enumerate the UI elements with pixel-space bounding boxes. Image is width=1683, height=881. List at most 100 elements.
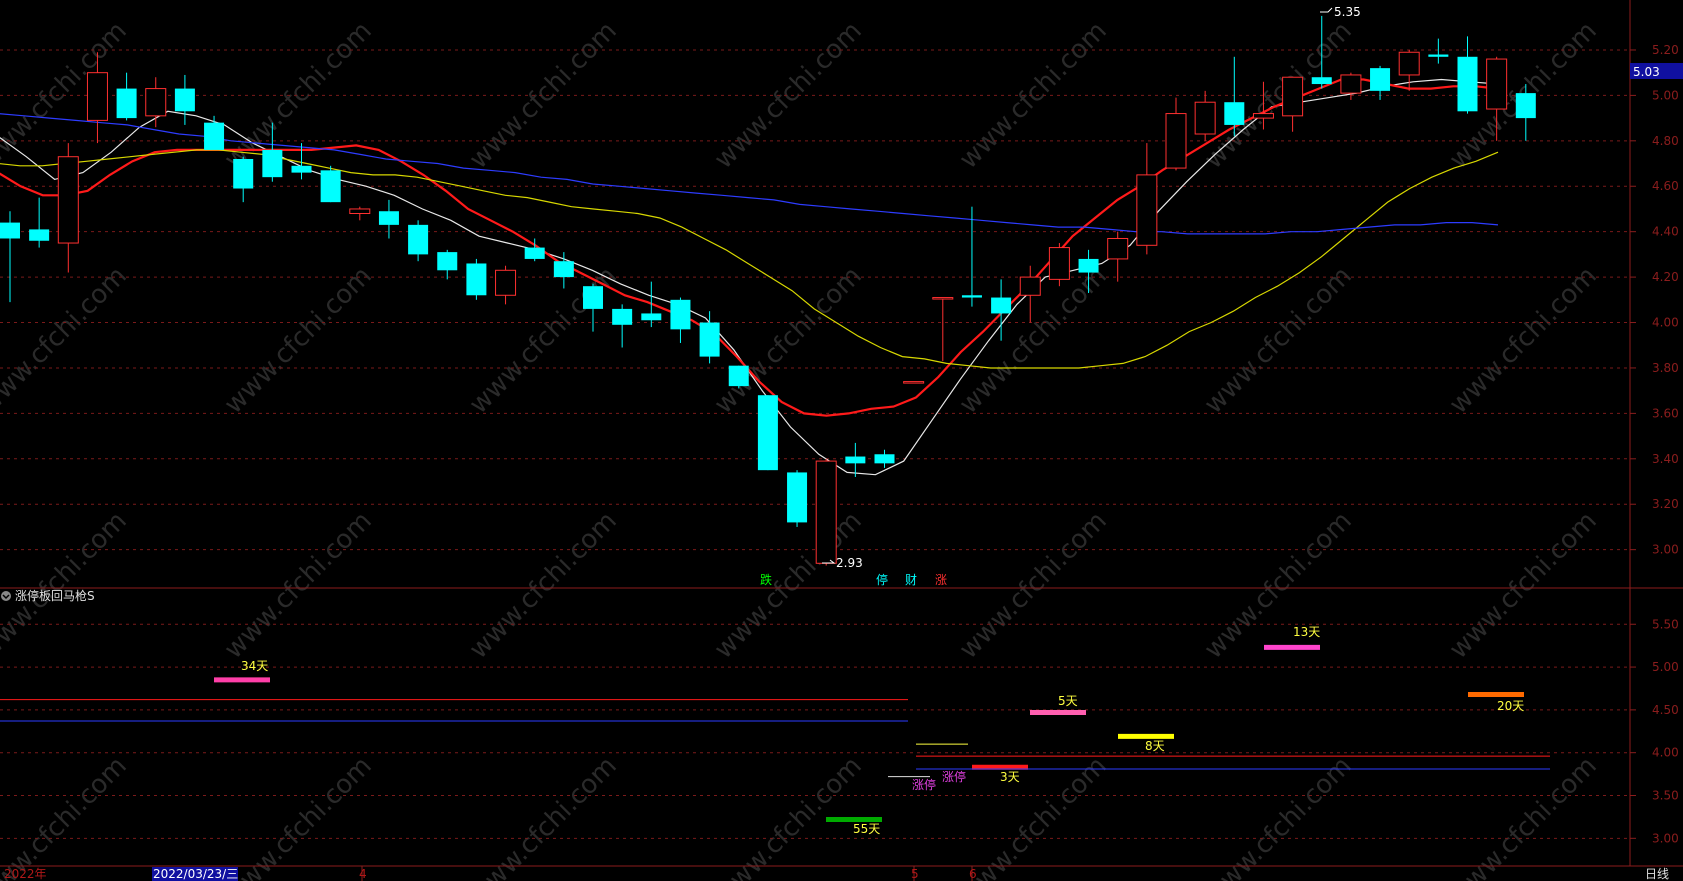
marker-limit[interactable]: 停 [876, 572, 888, 587]
axis-tick-label: 5.20 [1652, 43, 1679, 57]
indicator-header[interactable]: 涨停板回马枪S [1, 588, 95, 603]
candle-body [378, 211, 399, 225]
candle-body [1370, 68, 1391, 91]
candle-body [1019, 276, 1041, 296]
marker-down[interactable]: 跌 [760, 572, 772, 587]
candle-body [204, 122, 225, 150]
candle-body [1428, 54, 1449, 57]
candle [903, 381, 925, 384]
axis-tick-label: 3.20 [1652, 497, 1679, 511]
candle-body [145, 88, 167, 117]
candle-body [116, 88, 137, 119]
candle [815, 458, 837, 566]
candle-body [1136, 174, 1158, 246]
candle-body [233, 158, 254, 189]
candle-body [86, 72, 108, 121]
candle-body [466, 263, 487, 296]
axis-tick-label: 3.00 [1652, 543, 1679, 557]
ind-label-55: 55天 [853, 822, 880, 836]
indicator-tick-label: 4.00 [1652, 746, 1679, 760]
candle-body [1340, 74, 1362, 94]
current-price-tag: 5.03 [1630, 63, 1683, 79]
candle-body [903, 381, 925, 384]
axis-tick-label: 3.60 [1652, 406, 1679, 420]
indicator-tick-label: 5.00 [1652, 660, 1679, 674]
indicator-title: 涨停板回马枪S [15, 588, 95, 603]
candle [728, 365, 749, 389]
candle-body [1515, 93, 1536, 119]
candle-body [174, 88, 195, 112]
low-price-label: 2.93 [836, 556, 863, 570]
candle-body [1486, 58, 1508, 110]
candle-body [408, 224, 429, 255]
period-label[interactable]: 日线 [1645, 867, 1669, 881]
candle-body [757, 395, 778, 471]
candle-body [495, 269, 517, 296]
candle-body [291, 165, 312, 173]
candle-body [0, 222, 20, 239]
candle-body [262, 149, 283, 178]
candle-body [961, 295, 982, 298]
candle-body [932, 297, 954, 300]
candle-body [1252, 113, 1274, 119]
candle [1048, 243, 1070, 287]
candle-body [553, 261, 574, 278]
cursor-date[interactable]: 2022/03/23/三 [153, 867, 238, 881]
candle-body [29, 229, 50, 241]
candle-body [991, 297, 1012, 314]
ind-label-34: 34天 [241, 659, 268, 673]
high-price-label: 5.35 [1334, 5, 1361, 19]
year-label: 2022年 [4, 867, 47, 881]
month-label-6: 6 [969, 867, 977, 881]
month-label-5: 5 [911, 867, 919, 881]
ind-label-8: 8天 [1145, 739, 1165, 753]
collapse-indicator-icon[interactable] [1, 591, 11, 601]
ind-label-20: 20天 [1497, 699, 1524, 713]
candle-body [815, 460, 837, 564]
axis-tick-label: 4.80 [1652, 134, 1679, 148]
candle [320, 165, 341, 203]
month-label-4: 4 [359, 867, 367, 881]
candle-body [612, 308, 633, 325]
indicator-tick-label: 3.50 [1652, 789, 1679, 803]
candle-body [1457, 56, 1478, 112]
candle-body [1078, 258, 1099, 273]
axis-tick-label: 4.20 [1652, 270, 1679, 284]
marker-finance[interactable]: 财 [905, 573, 917, 587]
candle-body [1398, 51, 1420, 76]
candle-body [1282, 76, 1304, 117]
candle-body [874, 454, 895, 464]
candle-body [670, 299, 691, 330]
marker-up[interactable]: 涨 [935, 572, 947, 587]
candle-body [524, 247, 545, 259]
candle-body [641, 313, 662, 321]
candle-body [728, 365, 749, 387]
candle-body [349, 208, 371, 215]
ind-label-limitup-1: 涨停 [912, 777, 936, 792]
stock-chart-window: www.cfchi.com www.cfchi.com www.cfchi.com w… [0, 0, 1683, 881]
ind-label-3: 3天 [1000, 770, 1020, 784]
axis-tick-label: 5.00 [1652, 88, 1679, 102]
candle [757, 395, 778, 471]
indicator-tick-label: 4.50 [1652, 703, 1679, 717]
candle-body [787, 472, 808, 523]
candle-body [1224, 102, 1245, 125]
axis-tick-label: 4.00 [1652, 316, 1679, 330]
candle [787, 470, 808, 527]
candle-body [1194, 101, 1216, 135]
indicator-tick-label: 3.00 [1652, 831, 1679, 845]
candle-body [845, 456, 866, 464]
candle-body [699, 322, 720, 357]
axis-tick-label: 3.40 [1652, 452, 1679, 466]
ind-label-13: 13天 [1293, 625, 1320, 639]
candle-body [437, 252, 458, 271]
ind-label-limitup-2: 涨停 [942, 769, 966, 784]
candle-body [1311, 77, 1332, 85]
axis-tick-label: 4.40 [1652, 225, 1679, 239]
current-price-value: 5.03 [1633, 65, 1660, 79]
indicator-tick-label: 5.50 [1652, 617, 1679, 631]
candle-body [1048, 247, 1070, 280]
candle-body [57, 156, 79, 244]
candle-body [320, 170, 341, 203]
axis-tick-label: 3.80 [1652, 361, 1679, 375]
